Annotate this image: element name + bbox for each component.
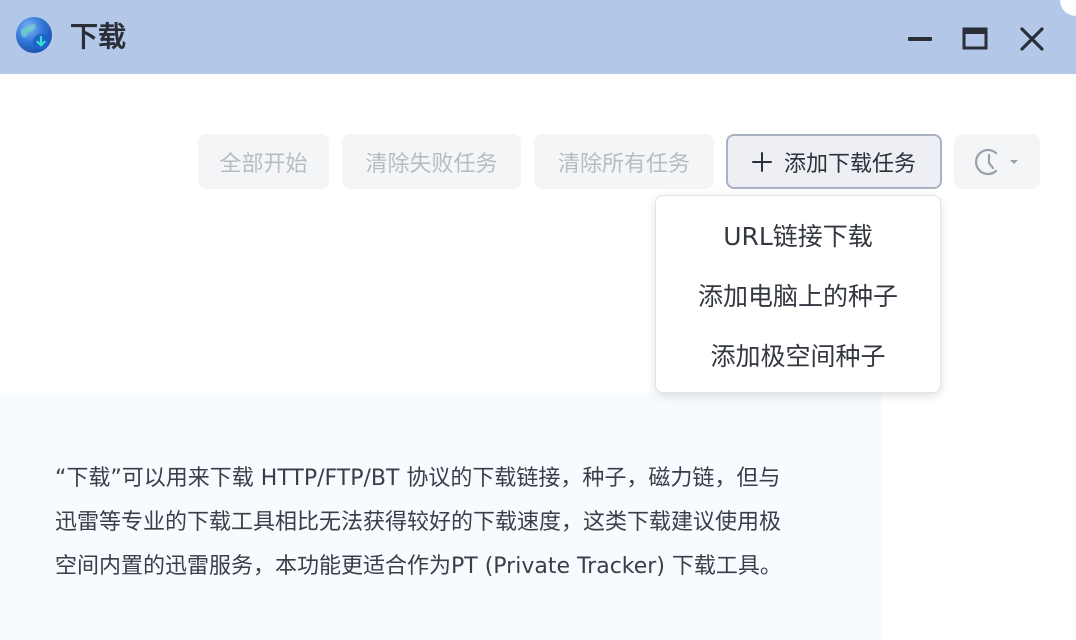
maximize-button[interactable]: [958, 22, 992, 56]
minimize-button[interactable]: [903, 22, 937, 56]
start-all-button[interactable]: 全部开始: [198, 134, 329, 189]
clock-icon: [974, 148, 998, 175]
history-button[interactable]: [954, 134, 1040, 189]
window-corner: [1060, 0, 1076, 16]
add-task-button[interactable]: 添加下载任务: [726, 134, 942, 189]
add-task-menu: URL链接下载 添加电脑上的种子 添加极空间种子: [655, 195, 941, 393]
close-button[interactable]: [1015, 22, 1049, 56]
add-task-label: 添加下载任务: [783, 151, 916, 177]
plus-icon: [751, 151, 772, 172]
minimize-icon: [908, 37, 932, 41]
close-icon: [1020, 27, 1044, 51]
info-text: “下载”可以用来下载 HTTP/FTP/BT 协议的下载链接，种子，磁力链，但与…: [55, 466, 782, 579]
menu-item-url-download[interactable]: URL链接下载: [656, 207, 940, 263]
download-window: 下载 全部开始 清除失败任务 清除所有任务 添加下载任务 URL链接下载 添加电…: [0, 0, 1076, 640]
window-title: 下载: [70, 20, 127, 53]
caret-down-icon: [1010, 159, 1018, 164]
title-bar: 下载: [0, 0, 1076, 74]
clear-failed-button[interactable]: 清除失败任务: [342, 134, 521, 189]
globe-download-icon: [15, 16, 53, 54]
maximize-icon: [962, 27, 988, 50]
clear-all-button[interactable]: 清除所有任务: [534, 134, 714, 189]
info-panel: “下载”可以用来下载 HTTP/FTP/BT 协议的下载链接，种子，磁力链，但与…: [0, 393, 881, 640]
menu-item-nas-torrent[interactable]: 添加极空间种子: [656, 327, 940, 383]
menu-item-local-torrent[interactable]: 添加电脑上的种子: [656, 267, 940, 323]
